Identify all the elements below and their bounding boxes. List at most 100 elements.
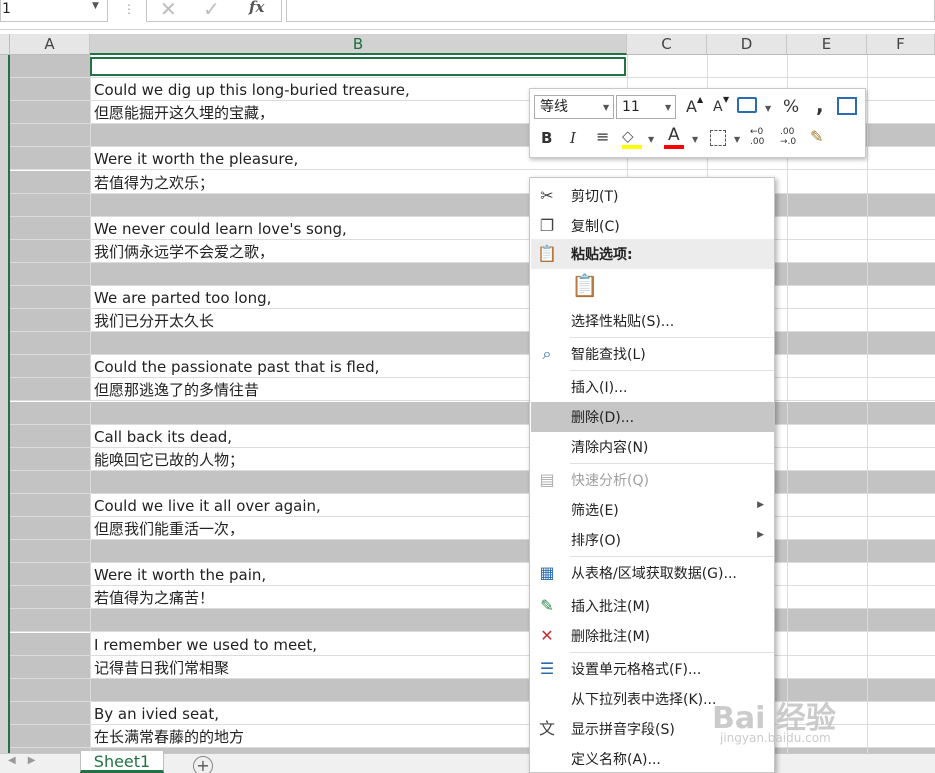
name-box-dropdown-icon[interactable]: ▼ (92, 1, 99, 11)
sheet-nav-arrows-icon[interactable]: ◀▶ (8, 755, 47, 766)
cell-a[interactable] (10, 216, 90, 239)
sheet-tab-sheet1[interactable]: Sheet1 (80, 751, 164, 773)
add-sheet-icon[interactable]: + (193, 756, 213, 773)
align-center-icon[interactable]: ≡ (596, 127, 609, 146)
menu-item-14[interactable]: ✎ 插入批注(M) (531, 591, 774, 621)
menu-item-9[interactable]: 清除内容(N) (531, 432, 774, 462)
spacer-row[interactable] (10, 332, 935, 356)
cell-a[interactable] (10, 586, 90, 609)
cell-a[interactable] (10, 55, 90, 78)
spacer-row[interactable] (10, 262, 935, 286)
table-row[interactable]: I remember we used to meet, (10, 632, 935, 656)
menu-item-12[interactable]: 排序(O) ▶ (531, 525, 774, 555)
menu-item-8[interactable]: 删除(D)... (531, 402, 774, 432)
accounting-format-icon[interactable] (737, 97, 757, 113)
font-color-dropdown-icon[interactable]: ▼ (692, 135, 698, 144)
grow-font-button[interactable]: A (686, 97, 697, 116)
cell-a[interactable] (10, 147, 90, 170)
table-row[interactable]: We never could learn love's song, (10, 216, 935, 240)
enter-check-icon[interactable]: ✓ (203, 0, 220, 21)
format-painter-icon[interactable]: ✎ (810, 127, 823, 146)
spacer-row[interactable] (10, 470, 935, 494)
italic-button[interactable]: I (570, 129, 576, 147)
cell-a[interactable] (10, 78, 90, 101)
formula-bar-resize-handle[interactable]: ⋮ (123, 2, 135, 16)
active-cell-b1[interactable] (90, 57, 626, 76)
column-header-c[interactable]: C (627, 34, 707, 55)
menu-item-1[interactable]: ✂ 剪切(T) (531, 181, 774, 211)
menu-item-16[interactable]: ☰ 设置单元格格式(F)... (531, 654, 774, 684)
menu-item-5[interactable]: 选择性粘贴(S)... (531, 306, 774, 336)
menu-item-7[interactable]: 插入(I)... (531, 372, 774, 402)
borders-icon[interactable] (710, 130, 726, 146)
merge-center-icon[interactable] (837, 97, 857, 115)
table-row[interactable]: Call back its dead, (10, 424, 935, 448)
cell-a[interactable] (10, 378, 90, 401)
table-row[interactable]: 我们已分开太久长 (10, 309, 935, 333)
insert-function-button[interactable]: fx (249, 0, 264, 16)
cancel-icon[interactable]: ✕ (160, 0, 177, 21)
table-row[interactable]: 能唤回它已故的人物； (10, 447, 935, 471)
cell-a[interactable] (10, 447, 90, 470)
cell-a[interactable] (10, 286, 90, 309)
menu-item-6[interactable]: ⌕ 智能查找(L) (531, 339, 774, 369)
formula-input[interactable] (286, 0, 935, 22)
font-name-dropdown-icon[interactable]: ▼ (603, 103, 609, 112)
menu-item-19[interactable]: 定义名称(A)... (531, 744, 774, 773)
column-header-e[interactable]: E (787, 34, 867, 55)
borders-dropdown-icon[interactable]: ▼ (734, 135, 740, 144)
fill-color-icon[interactable]: ◇ (622, 127, 634, 145)
menu-item-10[interactable]: ▤ 快速分析(Q) (531, 465, 774, 495)
cell-a[interactable] (10, 170, 90, 193)
table-row[interactable]: 若值得为之痛苦！ (10, 586, 935, 610)
accounting-format-dropdown-icon[interactable]: ▼ (765, 104, 771, 113)
table-row[interactable]: Could we live it all over again, (10, 493, 935, 517)
cell-a[interactable] (10, 424, 90, 447)
cell-a[interactable] (10, 355, 90, 378)
menu-item-15[interactable]: ✕ 删除批注(M) (531, 621, 774, 651)
spacer-row[interactable] (10, 540, 935, 564)
cell-a[interactable] (10, 101, 90, 124)
increase-decimal-icon[interactable]: ←0.00 (750, 127, 764, 147)
menu-item-11[interactable]: 筛选(E) ▶ (531, 495, 774, 525)
cell-a[interactable] (10, 517, 90, 540)
table-row[interactable]: 若值得为之欢乐； (10, 170, 935, 194)
font-size-dropdown-icon[interactable]: ▼ (665, 103, 671, 112)
column-header-f[interactable]: F (867, 34, 935, 55)
table-row[interactable]: Were it worth the pain, (10, 563, 935, 587)
table-row[interactable]: 记得昔日我们常相聚 (10, 655, 935, 679)
spacer-row[interactable] (10, 193, 935, 217)
table-row[interactable]: We are parted too long, (10, 286, 935, 310)
menu-item-2[interactable]: ❐ 复制(C) (531, 211, 774, 241)
percent-style-button[interactable]: % (783, 97, 799, 117)
cell-a[interactable] (10, 701, 90, 724)
cell-a[interactable] (10, 309, 90, 332)
cell-a[interactable] (10, 493, 90, 516)
cell-a[interactable] (10, 655, 90, 678)
spacer-row[interactable] (10, 609, 935, 633)
cell-a[interactable] (10, 724, 90, 747)
spacer-row[interactable] (10, 401, 935, 425)
table-row[interactable]: 我们俩永远学不会爱之歌， (10, 239, 935, 263)
decrease-decimal-icon[interactable]: .00 →.0 (780, 127, 796, 147)
column-header-b[interactable]: B (90, 34, 627, 55)
cell-a[interactable] (10, 239, 90, 262)
comma-style-button[interactable]: , (816, 93, 824, 117)
font-name-box[interactable]: 等线 (534, 95, 614, 119)
menu-item-4[interactable]: 📋 (531, 271, 774, 305)
table-row[interactable]: 但愿那逃逸了的多情往昔 (10, 378, 935, 402)
menu-item-13[interactable]: ▦ 从表格/区域获取数据(G)... (531, 558, 774, 588)
bold-button[interactable]: B (541, 129, 552, 147)
column-header-a[interactable]: A (10, 34, 90, 55)
worksheet-grid[interactable]: Could we dig up this long-buried treasur… (10, 55, 935, 753)
font-color-button[interactable]: A (668, 125, 680, 145)
table-row[interactable]: Could the passionate past that is fled, (10, 355, 935, 379)
row-headers[interactable] (0, 55, 10, 753)
select-all-corner[interactable] (0, 34, 10, 55)
cell-a[interactable] (10, 563, 90, 586)
shrink-font-button[interactable]: A (713, 99, 723, 115)
cell-a[interactable] (10, 632, 90, 655)
table-row[interactable]: 但愿我们能重活一次， (10, 517, 935, 541)
column-header-d[interactable]: D (707, 34, 787, 55)
fill-color-dropdown-icon[interactable]: ▼ (648, 135, 654, 144)
